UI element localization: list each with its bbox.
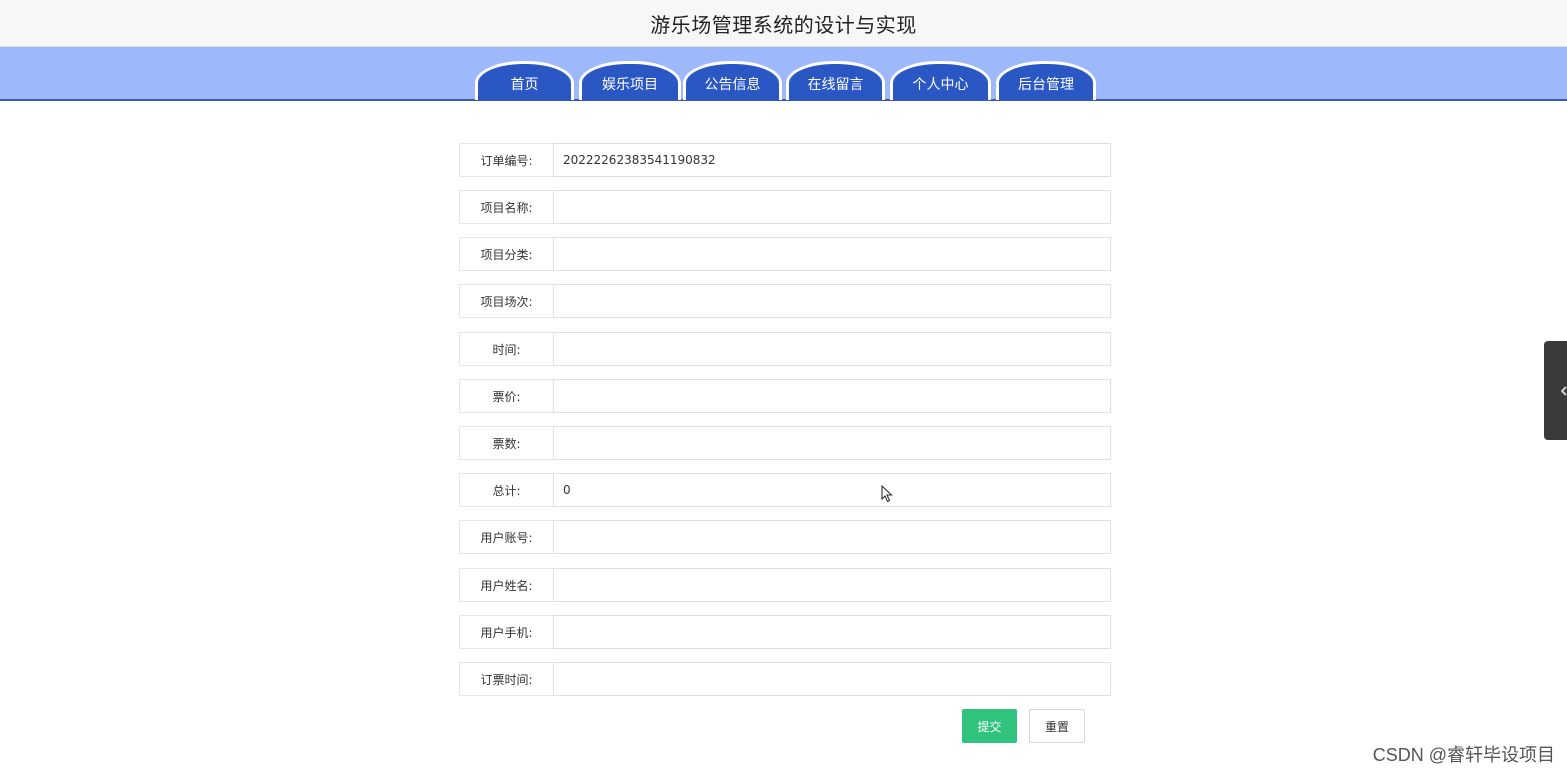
- ticket-count-input[interactable]: [553, 426, 1111, 460]
- user-name-input[interactable]: [553, 568, 1111, 602]
- mouse-cursor-icon: [881, 485, 893, 503]
- chevron-left-icon: [1561, 385, 1567, 396]
- user-phone-label: 用户手机:: [459, 615, 553, 649]
- project-session-label: 项目场次:: [459, 284, 553, 318]
- nav-tab-messages[interactable]: 在线留言: [786, 61, 885, 100]
- ticket-count-label: 票数:: [459, 426, 553, 460]
- order-number-input[interactable]: [553, 143, 1111, 177]
- reset-button[interactable]: 重置: [1029, 709, 1085, 743]
- site-title: 游乐场管理系统的设计与实现: [650, 12, 917, 37]
- form-row-user-phone: 用户手机:: [459, 615, 1111, 649]
- ticket-price-input[interactable]: [553, 379, 1111, 413]
- form-row-ticket-count: 票数:: [459, 426, 1111, 460]
- ticket-price-label: 票价:: [459, 379, 553, 413]
- form-row-time: 时间:: [459, 332, 1111, 366]
- nav-tab-entertainment[interactable]: 娱乐项目: [579, 61, 681, 100]
- time-label: 时间:: [459, 332, 553, 366]
- total-input[interactable]: [553, 473, 1111, 507]
- nav-tab-admin[interactable]: 后台管理: [996, 61, 1096, 100]
- time-input[interactable]: [553, 332, 1111, 366]
- user-phone-input[interactable]: [553, 615, 1111, 649]
- form-row-project-name: 项目名称:: [459, 190, 1111, 224]
- nav-tab-announcements[interactable]: 公告信息: [683, 61, 782, 100]
- form-row-project-session: 项目场次:: [459, 284, 1111, 318]
- nav-bar: 首页 娱乐项目 公告信息 在线留言 个人中心 后台管理: [0, 47, 1567, 101]
- submit-button[interactable]: 提交: [962, 709, 1017, 743]
- user-account-input[interactable]: [553, 520, 1111, 554]
- booking-time-label: 订票时间:: [459, 662, 553, 696]
- user-account-label: 用户账号:: [459, 520, 553, 554]
- project-session-input[interactable]: [553, 284, 1111, 318]
- project-name-input[interactable]: [553, 190, 1111, 224]
- form-row-user-account: 用户账号:: [459, 520, 1111, 554]
- form-row-user-name: 用户姓名:: [459, 568, 1111, 602]
- form-row-order-number: 订单编号:: [459, 143, 1111, 177]
- user-name-label: 用户姓名:: [459, 568, 553, 602]
- form-row-total: 总计:: [459, 473, 1111, 507]
- form-row-project-category: 项目分类:: [459, 237, 1111, 271]
- nav-tab-profile[interactable]: 个人中心: [890, 61, 991, 100]
- form-row-booking-time: 订票时间:: [459, 662, 1111, 696]
- side-drawer-tab[interactable]: [1544, 341, 1567, 440]
- total-label: 总计:: [459, 473, 553, 507]
- site-header: 游乐场管理系统的设计与实现: [0, 0, 1567, 47]
- watermark-text: CSDN @睿轩毕设项目: [1372, 745, 1555, 765]
- nav-tab-home[interactable]: 首页: [475, 61, 574, 100]
- booking-time-input[interactable]: [553, 662, 1111, 696]
- form-row-ticket-price: 票价:: [459, 379, 1111, 413]
- project-category-input[interactable]: [553, 237, 1111, 271]
- project-name-label: 项目名称:: [459, 190, 553, 224]
- order-number-label: 订单编号:: [459, 143, 553, 177]
- project-category-label: 项目分类:: [459, 237, 553, 271]
